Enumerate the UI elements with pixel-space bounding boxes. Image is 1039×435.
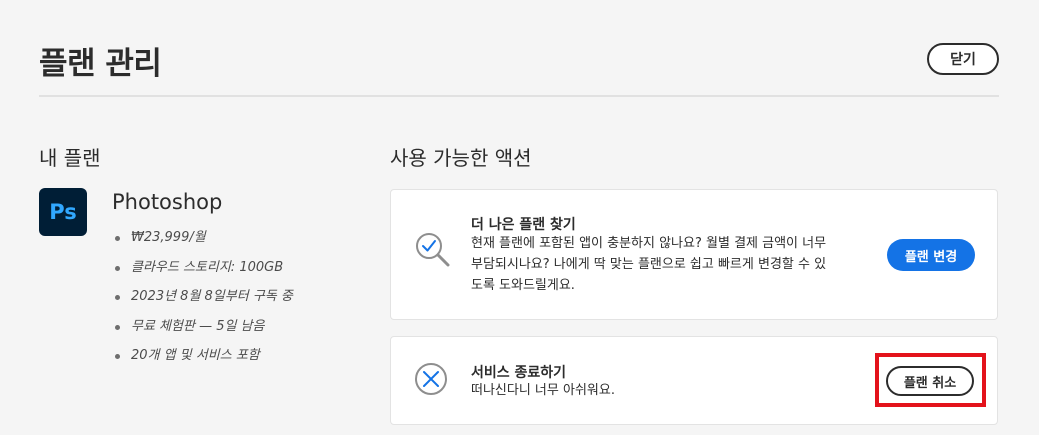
bullet-icon	[115, 236, 120, 241]
find-better-plan-card: 더 나은 플랜 찾기 현재 플랜에 포함된 앱이 충분하지 않나요? 월별 결제…	[390, 189, 998, 320]
description-line: 현재 플랜에 포함된 앱이 충분하지 않나요? 월별 결제 금액이 너무	[471, 236, 827, 251]
change-plan-button[interactable]: 플랜 변경	[887, 239, 975, 271]
header-divider	[39, 95, 999, 97]
end-service-description: 떠나신다니 너무 아쉬워요.	[471, 380, 615, 401]
plan-detail-text: 2023년 8월 8일부터 구독 중	[131, 289, 293, 304]
plan-details-list: ₩23,999/월 클라우드 스토리지: 100GB 2023년 8월 8일부터…	[112, 227, 293, 375]
plan-detail-included-apps: 20개 앱 및 서비스 포함	[112, 345, 293, 375]
magnifier-check-icon	[413, 230, 453, 274]
highlight-box	[875, 353, 986, 407]
description-line: 부담되시나요? 나에게 딱 맞는 플랜으로 쉽고 빠르게 변경할 수 있	[471, 257, 827, 272]
bullet-icon	[115, 354, 120, 359]
available-actions-heading: 사용 가능한 액션	[390, 146, 532, 170]
end-service-title: 서비스 종료하기	[471, 365, 567, 381]
find-better-plan-description: 현재 플랜에 포함된 앱이 충분하지 않나요? 월별 결제 금액이 너무 부담되…	[471, 233, 826, 296]
bullet-icon	[115, 265, 120, 271]
close-button[interactable]: 닫기	[927, 43, 999, 75]
description-line: 도록 도와드릴게요.	[471, 278, 575, 293]
plan-detail-text: 클라우드 스토리지: 100GB	[131, 259, 284, 275]
plan-product-name: Photoshop	[112, 190, 223, 214]
plan-detail-text: 무료 체험판 — 5일 남음	[131, 318, 265, 334]
plan-detail-subscribed-since: 2023년 8월 8일부터 구독 중	[112, 286, 293, 316]
circle-x-icon	[413, 361, 449, 401]
bullet-icon	[115, 324, 120, 330]
description-line: 떠나신다니 너무 아쉬워요.	[471, 383, 615, 398]
plan-detail-storage: 클라우드 스토리지: 100GB	[112, 257, 293, 287]
photoshop-icon: Ps	[39, 188, 87, 236]
plan-detail-text: ₩23,999/월	[131, 230, 206, 245]
bullet-icon	[115, 295, 120, 300]
plan-detail-price: ₩23,999/월	[112, 227, 293, 257]
plan-detail-text: 20개 앱 및 서비스 포함	[131, 348, 260, 363]
page-title: 플랜 관리	[39, 46, 162, 82]
plan-detail-trial: 무료 체험판 — 5일 남음	[112, 316, 293, 346]
my-plan-heading: 내 플랜	[39, 146, 101, 170]
find-better-plan-title: 더 나은 플랜 찾기	[471, 217, 576, 233]
